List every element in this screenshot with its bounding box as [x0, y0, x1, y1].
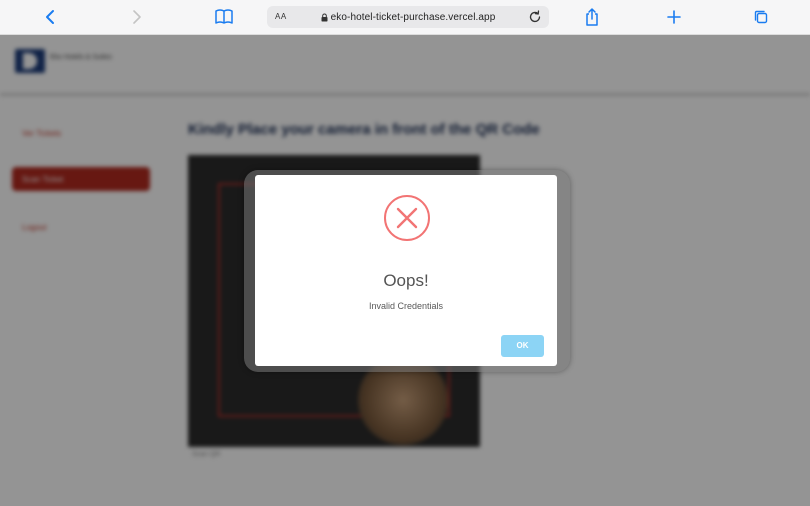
chevron-left-icon	[46, 10, 54, 24]
text-size-button[interactable]: AA	[272, 6, 290, 28]
bookmarks-button[interactable]	[210, 5, 238, 29]
modal-frame: Oops! Invalid Credentials OK	[244, 170, 570, 372]
reload-icon[interactable]	[527, 9, 543, 25]
forward-button[interactable]	[123, 5, 151, 29]
browser-toolbar: AA eko-hotel-ticket-purchase.vercel.app	[0, 0, 810, 35]
error-x-icon	[384, 195, 430, 241]
new-tab-button[interactable]	[660, 5, 688, 29]
chevron-right-icon	[133, 10, 141, 24]
error-dialog: Oops! Invalid Credentials OK	[255, 175, 557, 366]
share-icon	[586, 8, 598, 26]
web-page: Eko Hotels & Suites Ver Tickets Scan Tic…	[0, 35, 810, 506]
dialog-message: Invalid Credentials	[368, 301, 444, 311]
book-icon	[215, 9, 233, 24]
dialog-title: Oops!	[383, 271, 429, 290]
tabs-icon	[754, 10, 768, 24]
plus-icon	[667, 10, 681, 24]
share-button[interactable]	[578, 5, 606, 29]
back-button[interactable]	[36, 5, 64, 29]
url-field[interactable]	[297, 6, 519, 28]
ok-button[interactable]: OK	[501, 335, 544, 357]
tabs-overview-button[interactable]	[747, 5, 775, 29]
address-bar: AA eko-hotel-ticket-purchase.vercel.app	[267, 6, 549, 28]
